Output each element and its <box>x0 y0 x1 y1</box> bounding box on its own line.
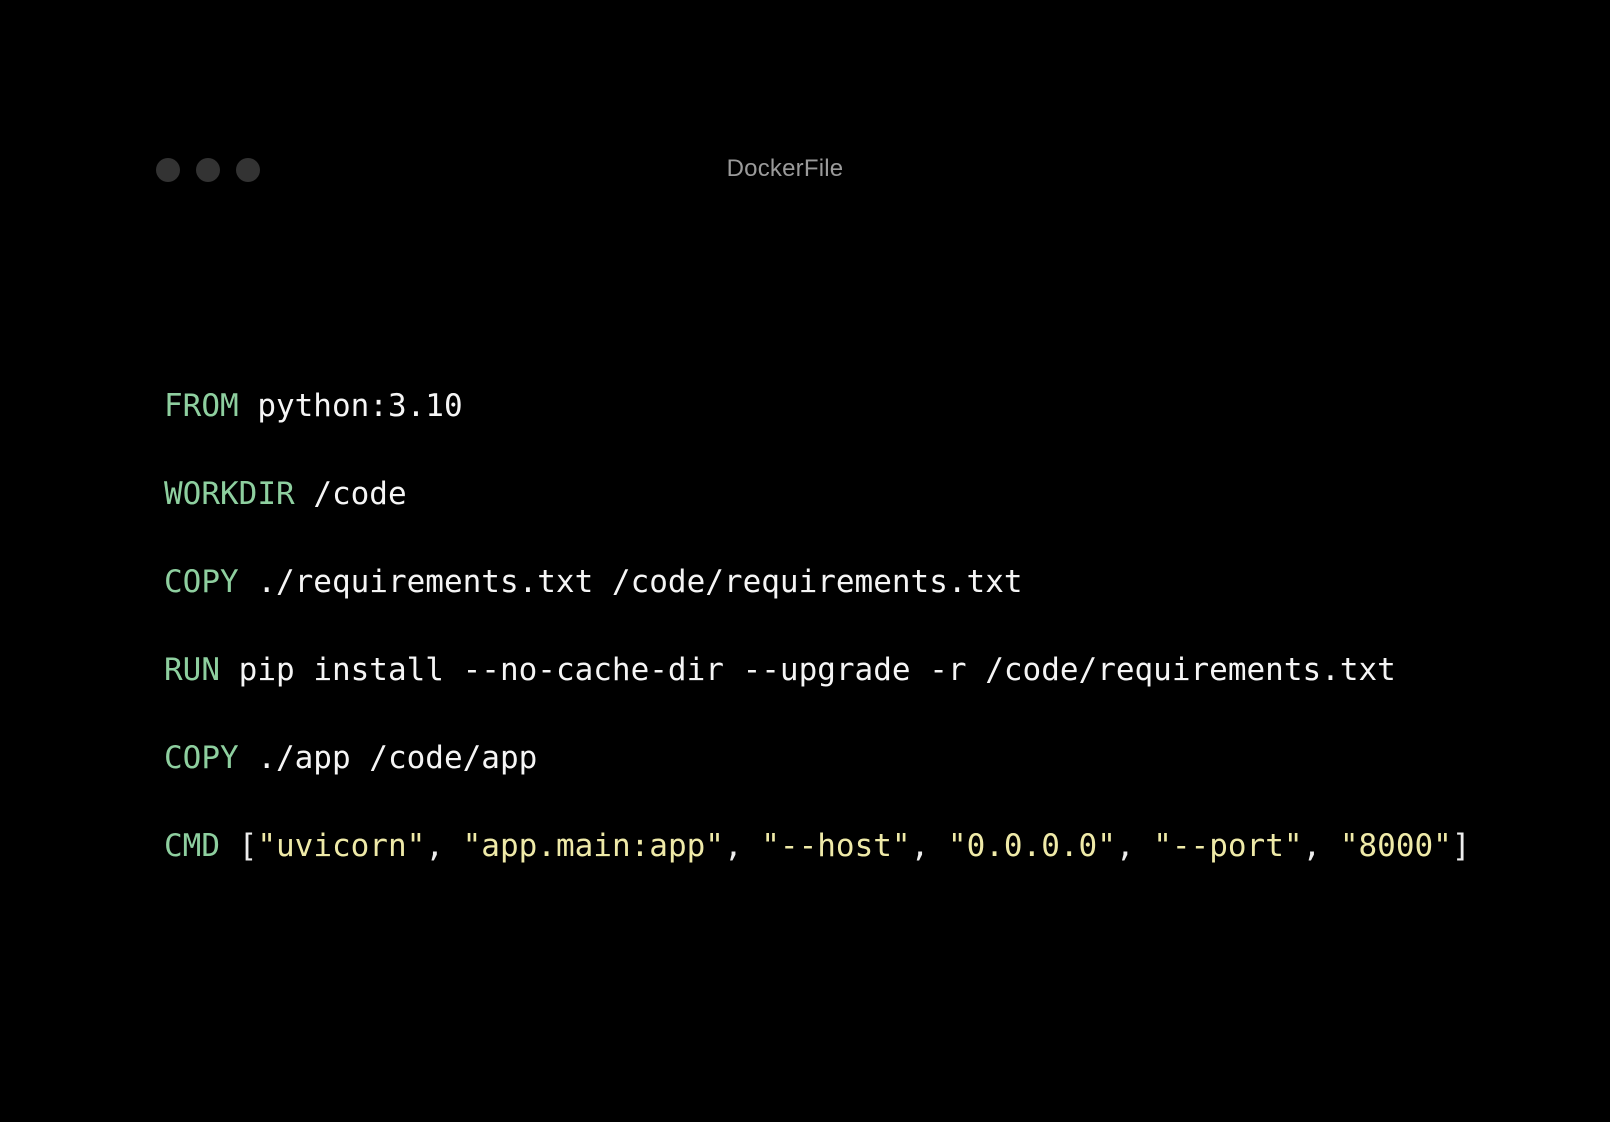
code-token-keyword: FROM <box>164 388 239 424</box>
code-line[interactable]: COPY ./requirements.txt /code/requiremen… <box>164 538 1544 626</box>
code-line[interactable]: CMD ["uvicorn", "app.main:app", "--host"… <box>164 802 1544 890</box>
code-token-punct: , <box>723 828 762 864</box>
code-token-punct: , <box>1302 828 1340 864</box>
code-token-arg: ./requirements.txt /code/requirements.tx… <box>238 564 1023 600</box>
code-token-keyword: CMD <box>164 828 220 864</box>
code-token-keyword: COPY <box>164 564 239 600</box>
code-token-arg: /code <box>294 476 407 512</box>
code-token-string: "--host" <box>761 828 911 864</box>
code-token-arg: ./app /code/app <box>238 740 538 776</box>
code-token-arg: python:3.10 <box>238 388 463 424</box>
code-token-punct: , <box>910 828 948 864</box>
code-token-punct: , <box>1115 828 1154 864</box>
code-token-arg: pip install --no-cache-dir --upgrade -r … <box>220 652 1396 688</box>
window-titlebar: DockerFile <box>0 0 1610 240</box>
code-token-string: "app.main:app" <box>462 828 724 864</box>
code-token-string: "8000" <box>1339 828 1452 864</box>
code-token-punct: ] <box>1451 828 1471 864</box>
code-line[interactable]: FROM python:3.10 <box>164 362 1544 450</box>
code-line[interactable]: COPY ./app /code/app <box>164 714 1544 802</box>
code-token-string: "0.0.0.0" <box>947 828 1116 864</box>
window-title: DockerFile <box>726 155 844 182</box>
code-token-string: "uvicorn" <box>257 828 426 864</box>
code-token-punct: [ <box>220 828 258 864</box>
code-token-punct: , <box>425 828 463 864</box>
code-line[interactable]: WORKDIR /code <box>164 450 1544 538</box>
code-token-keyword: WORKDIR <box>164 476 295 512</box>
code-window: DockerFile FROM python:3.10 WORKDIR /code… <box>0 0 1610 1122</box>
code-editor-content[interactable]: FROM python:3.10 WORKDIR /code COPY ./requ… <box>164 362 1544 890</box>
code-token-keyword: RUN <box>164 652 220 688</box>
code-token-keyword: COPY <box>164 740 239 776</box>
code-line[interactable]: RUN pip install --no-cache-dir --upgrade… <box>164 626 1544 714</box>
code-token-string: "--port" <box>1153 828 1303 864</box>
